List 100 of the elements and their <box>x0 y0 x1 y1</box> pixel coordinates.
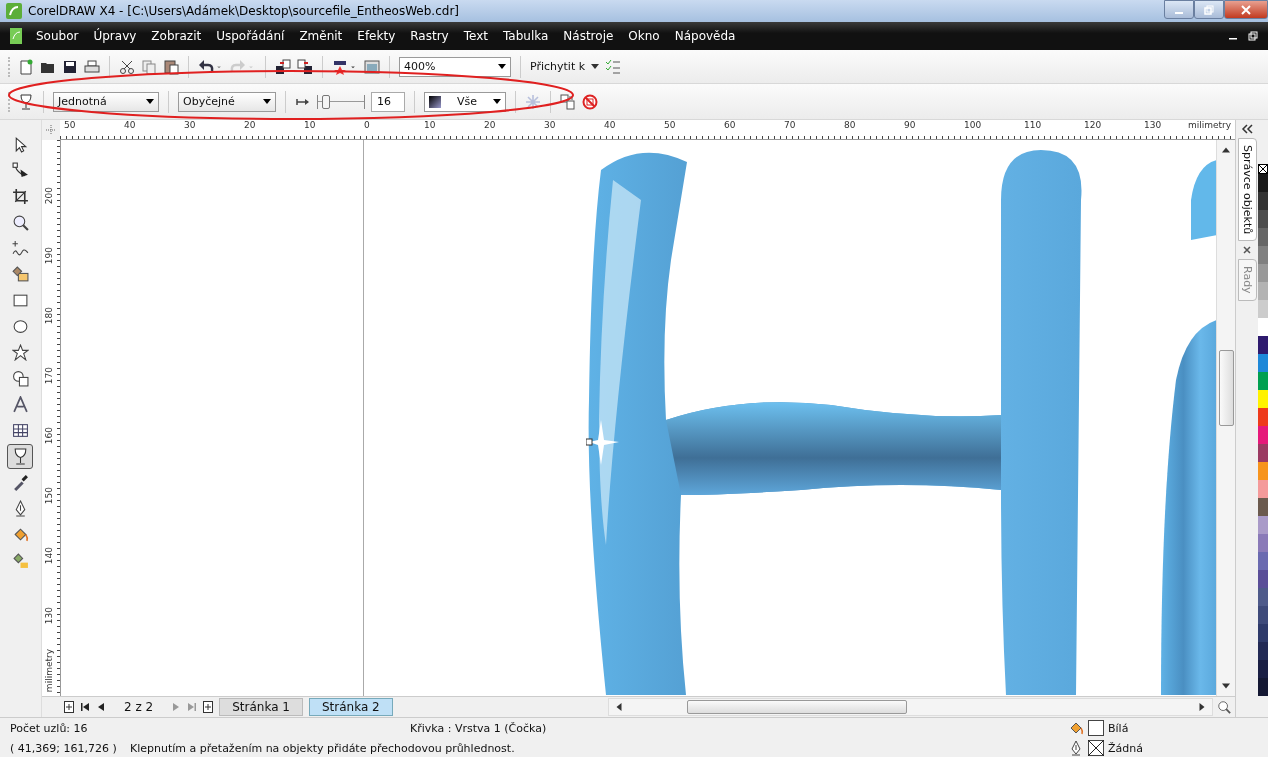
first-page-icon[interactable] <box>79 701 90 713</box>
menu-item[interactable]: Rastry <box>410 29 449 43</box>
document-icon <box>10 28 22 44</box>
color-swatch[interactable] <box>1258 228 1268 246</box>
ruler-label: 40 <box>123 120 136 130</box>
paste-icon[interactable] <box>163 58 179 75</box>
scissors-icon[interactable] <box>119 58 135 75</box>
scroll-thumb[interactable] <box>1218 350 1234 426</box>
color-swatch[interactable] <box>1258 300 1268 318</box>
color-swatch[interactable] <box>1258 606 1268 624</box>
ruler-label: 10 <box>303 120 316 130</box>
caret-icon[interactable] <box>591 64 600 69</box>
copy-properties-icon[interactable] <box>560 93 576 110</box>
import-icon[interactable] <box>275 58 291 75</box>
zoom-icon[interactable] <box>1217 700 1232 714</box>
color-swatch[interactable] <box>1258 462 1268 480</box>
menu-item[interactable]: Text <box>463 29 488 43</box>
color-swatch[interactable] <box>1258 444 1268 462</box>
menu-item[interactable]: Úpravy <box>93 29 137 43</box>
add-page-icon[interactable] <box>63 701 74 713</box>
new-document-icon[interactable] <box>18 58 34 75</box>
export-icon[interactable] <box>297 58 313 75</box>
color-swatch[interactable] <box>1258 246 1268 264</box>
checklist-icon[interactable] <box>605 58 622 75</box>
tool-button[interactable] <box>7 444 34 469</box>
menu-item[interactable]: Změnit <box>299 29 343 43</box>
ruler-unit: milimetry <box>1187 120 1232 130</box>
snap-to-menu[interactable]: Přichytit k <box>530 60 586 73</box>
copy-icon[interactable] <box>141 58 157 75</box>
color-swatch[interactable] <box>1258 426 1268 444</box>
snowflake-icon[interactable] <box>525 93 541 110</box>
color-swatch[interactable] <box>1258 588 1268 606</box>
minimize-button[interactable] <box>1164 0 1194 19</box>
ruler-label: 10 <box>423 120 436 130</box>
close-icon[interactable] <box>1242 245 1252 256</box>
table-icon <box>12 422 29 439</box>
menu-item[interactable]: Tabulka <box>502 29 549 43</box>
scroll-right-icon[interactable] <box>1198 703 1207 711</box>
apply-to-dropdown[interactable]: Vše <box>424 91 506 112</box>
scroll-up-icon[interactable] <box>1222 146 1231 154</box>
transparency-type-dropdown[interactable]: Jednotná <box>53 91 159 112</box>
gradient-icon <box>429 95 441 108</box>
color-swatch[interactable] <box>1258 408 1268 426</box>
drawing-canvas[interactable] <box>60 140 1217 696</box>
color-swatch[interactable] <box>1258 264 1268 282</box>
restore-icon[interactable] <box>1248 31 1258 41</box>
menu-item[interactable]: Zobrazit <box>151 29 202 43</box>
page-counter: 2 z 2 <box>123 700 154 714</box>
color-swatch[interactable] <box>1258 552 1268 570</box>
color-swatch[interactable] <box>1258 318 1268 336</box>
menu-item[interactable]: Uspořádání <box>216 29 285 43</box>
menu-item[interactable]: Soubor <box>36 29 79 43</box>
color-swatch[interactable] <box>1258 174 1268 192</box>
horizontal-scrollbar[interactable] <box>607 698 1214 716</box>
zoom-dropdown[interactable]: 400% <box>399 56 511 77</box>
color-swatch[interactable] <box>1258 660 1268 678</box>
slider-thumb[interactable] <box>322 94 331 109</box>
last-page-icon[interactable] <box>187 701 198 713</box>
color-swatch[interactable] <box>1258 372 1268 390</box>
vertical-scrollbar[interactable] <box>1216 140 1236 696</box>
scroll-thumb[interactable] <box>686 700 907 714</box>
fill-color-name: Bílá <box>1108 721 1130 735</box>
text-tool-icon <box>12 396 29 413</box>
add-page-icon[interactable] <box>203 701 214 713</box>
double-chevron-icon[interactable] <box>1241 124 1253 134</box>
color-swatch[interactable] <box>1258 354 1268 372</box>
print-icon[interactable] <box>84 58 100 75</box>
crop-icon <box>12 188 29 205</box>
page-tab[interactable]: Stránka 1 <box>219 698 303 716</box>
publish-icon[interactable] <box>332 58 348 75</box>
color-swatch[interactable] <box>1258 534 1268 552</box>
scroll-left-icon[interactable] <box>614 703 623 711</box>
prohibited-icon[interactable] <box>582 93 598 110</box>
color-swatch[interactable] <box>1258 192 1268 210</box>
transparency-input[interactable]: 16 <box>371 91 405 112</box>
no-color-icon[interactable] <box>1258 164 1268 174</box>
scroll-down-icon[interactable] <box>1222 682 1231 690</box>
color-swatch[interactable] <box>1258 624 1268 642</box>
caret-icon <box>493 99 501 104</box>
ruler-label: 40 <box>603 120 616 130</box>
merge-mode-dropdown[interactable]: Obyčejné <box>178 91 276 112</box>
menu-item[interactable]: Nástroje <box>563 29 614 43</box>
restore-button[interactable] <box>1194 0 1224 19</box>
color-swatch[interactable] <box>1258 390 1268 408</box>
close-button[interactable] <box>1224 0 1268 19</box>
color-swatch[interactable] <box>1258 570 1268 588</box>
color-swatch[interactable] <box>1258 210 1268 228</box>
menu-item[interactable]: Okno <box>628 29 660 43</box>
color-swatch[interactable] <box>1258 282 1268 300</box>
color-swatch[interactable] <box>1258 480 1268 498</box>
menu-item[interactable]: Nápověda <box>674 29 736 43</box>
color-swatch[interactable] <box>1258 678 1268 696</box>
menu-item[interactable]: Efekty <box>357 29 396 43</box>
screen-icon[interactable] <box>364 58 380 75</box>
color-swatch[interactable] <box>1258 336 1268 354</box>
color-swatch[interactable] <box>1258 498 1268 516</box>
page-tab[interactable]: Stránka 2 <box>308 698 393 716</box>
color-swatch[interactable] <box>1258 516 1268 534</box>
save-icon[interactable] <box>62 58 78 75</box>
color-swatch[interactable] <box>1258 642 1268 660</box>
